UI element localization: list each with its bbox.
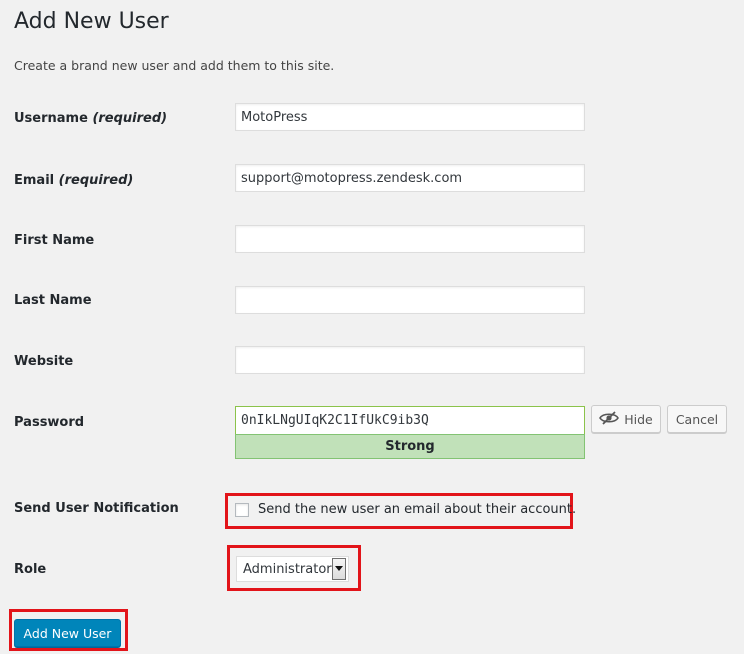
notification-checkbox-row[interactable]: Send the new user an email about their a… [235, 502, 576, 517]
password-strength-meter: Strong [235, 434, 585, 459]
role-select[interactable]: Administrator [236, 556, 349, 582]
page-description: Create a brand new user and add them to … [14, 58, 335, 73]
role-selected-value: Administrator [243, 561, 332, 577]
page-title: Add New User [14, 9, 169, 34]
add-new-user-button[interactable]: Add New User [14, 619, 121, 647]
first-name-field[interactable] [235, 225, 585, 253]
username-field[interactable] [235, 103, 585, 131]
username-label: Username (required) [14, 111, 168, 126]
last-name-field[interactable] [235, 286, 585, 314]
last-name-label: Last Name [14, 293, 92, 308]
first-name-label: First Name [14, 233, 95, 248]
eye-slash-icon [599, 410, 620, 428]
required-note: (required) [58, 173, 134, 188]
notification-label: Send User Notification [14, 501, 179, 516]
website-label: Website [14, 354, 74, 369]
hide-password-button[interactable]: Hide [591, 405, 661, 433]
hide-button-label: Hide [624, 411, 653, 427]
role-label: Role [14, 562, 47, 577]
email-label: Email (required) [14, 173, 134, 188]
cancel-password-button[interactable]: Cancel [667, 405, 727, 433]
password-field[interactable] [235, 406, 585, 434]
notification-checkbox-label[interactable]: Send the new user an email about their a… [258, 502, 576, 517]
website-field[interactable] [235, 346, 585, 374]
password-label: Password [14, 415, 85, 430]
notification-checkbox[interactable] [235, 502, 249, 517]
dropdown-arrow-icon[interactable] [331, 558, 346, 580]
email-field[interactable] [235, 164, 585, 192]
required-note: (required) [92, 111, 168, 126]
